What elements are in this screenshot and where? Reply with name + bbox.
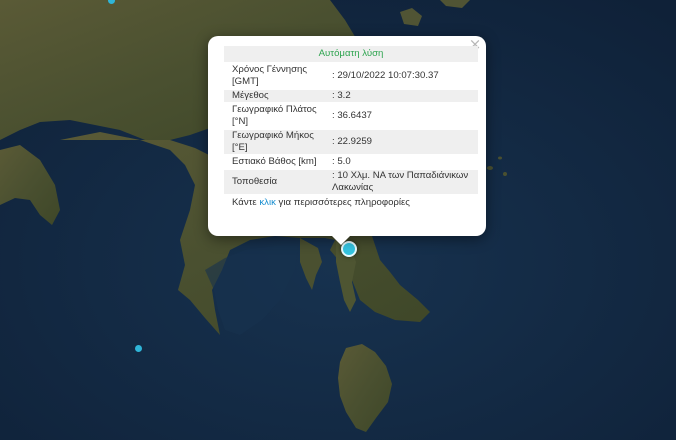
info-key: Χρόνος Γέννησης [GMT] (232, 64, 307, 87)
islet (503, 172, 507, 176)
popup-tip (331, 235, 351, 245)
info-key: Μέγεθος (232, 90, 269, 101)
popup-footer: Κάντε κλικ για περισσότερες πληροφορίες (224, 197, 478, 208)
info-key: Γεωγραφικό Μήκος [°E] (232, 130, 314, 153)
info-row-depth: Εστιακό Βάθος [km] : 5.0 (224, 156, 478, 168)
event-dot-small[interactable] (135, 345, 142, 352)
info-value: : 10 Χλμ. ΝΑ των Παπαδιάνικων Λακωνίας (332, 170, 469, 193)
info-key: Γεωγραφικό Πλάτος [°N] (232, 104, 317, 127)
info-row-latitude: Γεωγραφικό Πλάτος [°N] : 36.6437 (224, 104, 478, 128)
info-row-magnitude: Μέγεθος : 3.2 (224, 90, 478, 102)
info-row-longitude: Γεωγραφικό Μήκος [°E] : 22.9259 (224, 130, 478, 154)
info-key: Τοποθεσία (232, 176, 278, 187)
more-info-link[interactable]: κλικ (259, 197, 276, 208)
info-value: : 29/10/2022 10:07:30.37 (332, 70, 439, 81)
earthquake-popup: × Αυτόματη λύση Χρόνος Γέννησης [GMT] : … (208, 36, 486, 236)
info-key: Εστιακό Βάθος [km] (232, 156, 317, 167)
footer-text-after: για περισσότερες πληροφορίες (275, 197, 410, 208)
footer-text-before: Κάντε (232, 197, 260, 208)
info-row-location: Τοποθεσία : 10 Χλμ. ΝΑ των Παπαδιάνικων … (224, 170, 478, 194)
info-value: : 3.2 (332, 90, 351, 101)
info-value: : 5.0 (332, 156, 351, 167)
info-value: : 36.6437 (332, 110, 373, 121)
islet (487, 166, 493, 170)
info-value: : 22.9259 (332, 136, 373, 147)
islet (498, 156, 502, 160)
info-row-time: Χρόνος Γέννησης [GMT] : 29/10/2022 10:07… (224, 64, 478, 88)
info-table: Αυτόματη λύση Χρόνος Γέννησης [GMT] : 29… (224, 46, 478, 208)
popup-title: Αυτόματη λύση (224, 46, 478, 62)
